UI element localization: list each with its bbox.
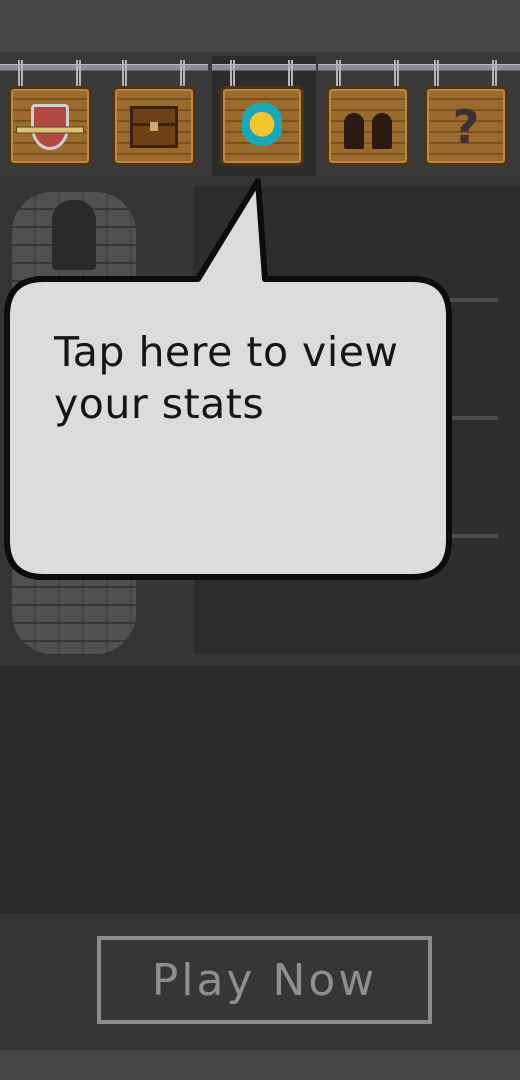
bottom-bar	[0, 1050, 520, 1080]
tutorial-tooltip[interactable]: Tap here to view your stats	[0, 0, 520, 600]
bottom-panel	[0, 666, 520, 914]
tooltip-line-1: Tap here to view	[54, 328, 399, 376]
speech-bubble-shape	[4, 178, 452, 580]
tooltip-text: Tap here to view your stats	[54, 326, 424, 430]
play-now-button[interactable]: Play Now	[97, 936, 432, 1024]
tooltip-line-2: your stats	[54, 380, 265, 428]
